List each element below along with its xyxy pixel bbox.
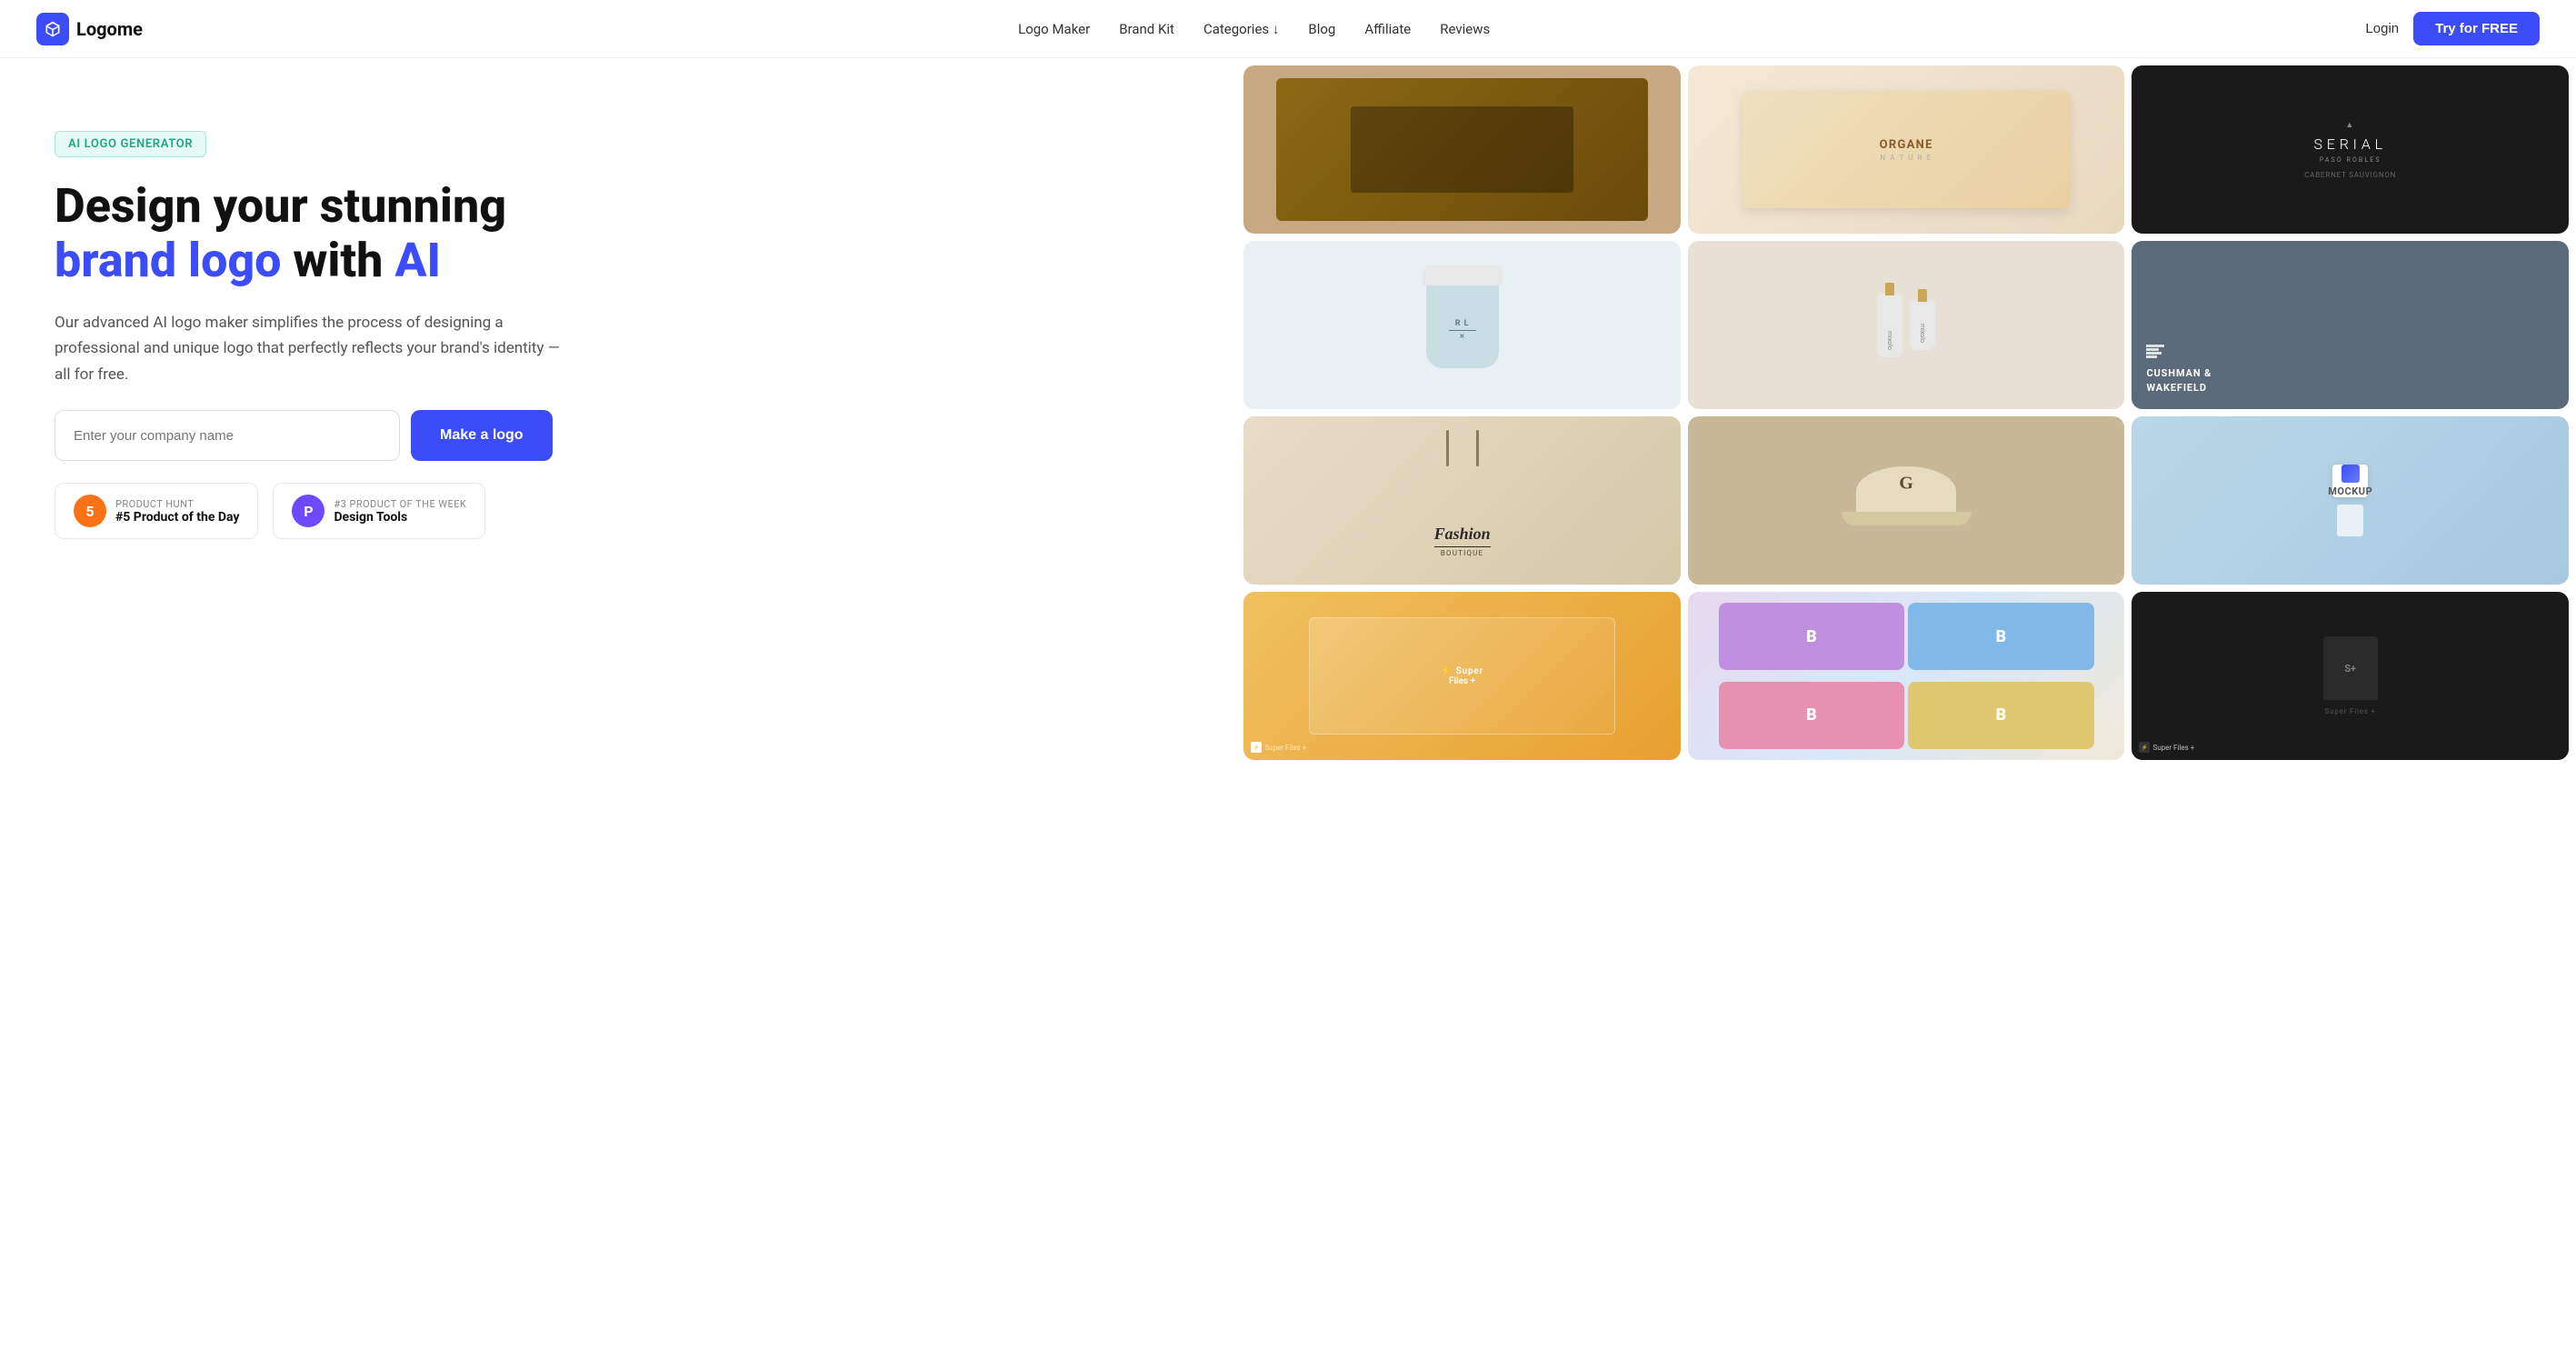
coffee-cup-sub: ✕ (1459, 333, 1464, 340)
business-card-front: MOCKUP (2332, 465, 2368, 497)
award-badges: 5 PRODUCT HUNT #5 Product of the Day P #… (55, 483, 1182, 539)
product-hunt-badge: 5 PRODUCT HUNT #5 Product of the Day (55, 483, 258, 539)
product-hunt-text: PRODUCT HUNT #5 Product of the Day (115, 498, 239, 525)
hero-subtext: Our advanced AI logo maker simplifies th… (55, 310, 564, 389)
mosaic-cell-mixolo: mixolo mixolo (1688, 241, 2125, 409)
mosaic-cell-box-orange: ⚡ Super Files + ⚡ Super Files + (1243, 592, 1681, 760)
logo-text: Logome (76, 18, 143, 40)
mosaic-fade (1236, 1287, 2576, 1360)
product-hunt-icon: 5 (74, 495, 106, 527)
mosaic-cell-box (1243, 65, 1681, 234)
superfiles-watermark: ⚡ Super Files + (1251, 742, 1306, 753)
cushman-text: CUSHMAN &WAKEFIELD (2146, 366, 2212, 395)
business-card-back (2337, 505, 2363, 536)
logo-icon (36, 13, 69, 45)
mosaic-cell-cushman: CUSHMAN &WAKEFIELD (2132, 241, 2569, 409)
headline-ai: AI (394, 233, 441, 288)
tote-dark-label: Super Files + (2325, 707, 2376, 715)
serial-brand-top: ▲ (2345, 120, 2355, 130)
b-tile-purple: B (1719, 603, 1904, 670)
b-tile-yellow: B (1908, 682, 2093, 749)
nav-link-reviews[interactable]: Reviews (1440, 21, 1490, 37)
coffee-cup-logo: R L (1455, 319, 1470, 328)
serum-bottle-2: mixolo (1910, 300, 1935, 350)
nav-link-logo-maker[interactable]: Logo Maker (1018, 21, 1090, 37)
mosaic-cell-serial: ▲ SERIAL PASO ROBLES CABERNET SAUVIGNON (2132, 65, 2569, 234)
mosaic-cell-organe: ORGANE N A T U R E (1688, 65, 2125, 234)
box-product: Files + (1449, 676, 1475, 686)
badge-value-pw: Design Tools (334, 510, 466, 525)
company-name-input[interactable] (55, 410, 400, 461)
navbar: Logome Logo Maker Brand Kit Categories ↓… (0, 0, 2576, 58)
nav-link-affiliate[interactable]: Affiliate (1364, 21, 1411, 37)
box-brand: ⚡ Super (1441, 666, 1483, 676)
producthunt-week-icon: P (292, 495, 324, 527)
nav-actions: Login Try for FREE (2365, 12, 2540, 45)
input-row: Make a logo (55, 410, 1182, 461)
producthunt-week-text: #3 PRODUCT OF THE WEEK Design Tools (334, 498, 466, 525)
login-button[interactable]: Login (2365, 21, 2399, 36)
producthunt-week-badge: P #3 PRODUCT OF THE WEEK Design Tools (273, 483, 485, 539)
biz-card-brand: MOCKUP (2328, 485, 2372, 497)
headline-line1: Design your stunning (55, 178, 506, 234)
mosaic-grid: ORGANE N A T U R E ▲ SERIAL PASO ROBLES … (1236, 58, 2576, 767)
fashion-logo-text: Fashion (1434, 525, 1491, 544)
nav-links: Logo Maker Brand Kit Categories ↓ Blog A… (1018, 21, 1490, 37)
organe-sublabel: N A T U R E (1880, 154, 1932, 162)
hero-right-mosaic: ORGANE N A T U R E ▲ SERIAL PASO ROBLES … (1236, 58, 2576, 1360)
superfiles-watermark-dark: ⚡ Super Files + (2139, 742, 2194, 753)
mosaic-cell-tote-dark: S+ Super Files + ⚡ Super Files + (2132, 592, 2569, 760)
make-logo-button[interactable]: Make a logo (411, 410, 553, 461)
b-tile-blue: B (1908, 603, 2093, 670)
cap-logo-letter: G (1899, 474, 1913, 495)
serum-bottle-1: mixolo (1877, 294, 1902, 357)
badge-label-pw: #3 PRODUCT OF THE WEEK (334, 498, 466, 510)
try-free-button[interactable]: Try for FREE (2413, 12, 2540, 45)
serial-sub: PASO ROBLES (2320, 156, 2381, 164)
badge-value-ph: #5 Product of the Day (115, 510, 239, 525)
logome-icon (44, 20, 62, 38)
ai-badge: AI LOGO GENERATOR (55, 131, 206, 157)
mosaic-cell-bizcard: MOCKUP (2132, 416, 2569, 585)
hero-left: AI LOGO GENERATOR Design your stunning b… (0, 58, 1236, 594)
b-tile-pink: B (1719, 682, 1904, 749)
logo[interactable]: Logome (36, 13, 143, 45)
hero-headline: Design your stunning brand logo with AI (55, 179, 1182, 288)
serial-text: SERIAL (2314, 135, 2387, 153)
nav-link-blog[interactable]: Blog (1308, 21, 1335, 37)
organe-label: ORGANE (1880, 138, 1933, 152)
mosaic-cell-cap: G (1688, 416, 2125, 585)
nav-link-categories[interactable]: Categories ↓ (1203, 21, 1279, 37)
fashion-sub: BOUTIQUE (1434, 549, 1491, 557)
mosaic-cell-fashion: Fashion BOUTIQUE (1243, 416, 1681, 585)
serial-year: CABERNET SAUVIGNON (2304, 171, 2396, 179)
biz-card-logo-shape (2341, 465, 2360, 483)
badge-label-ph: PRODUCT HUNT (115, 498, 239, 510)
headline-with: with (281, 233, 394, 288)
mosaic-cell-b-logo: B B B B (1688, 592, 2125, 760)
headline-brand-logo: brand logo (55, 233, 281, 288)
tote-dark-brand: S+ (2344, 663, 2356, 675)
mosaic-cell-coffee: R L ✕ (1243, 241, 1681, 409)
nav-link-brand-kit[interactable]: Brand Kit (1119, 21, 1174, 37)
hero-section: AI LOGO GENERATOR Design your stunning b… (0, 58, 2576, 1360)
